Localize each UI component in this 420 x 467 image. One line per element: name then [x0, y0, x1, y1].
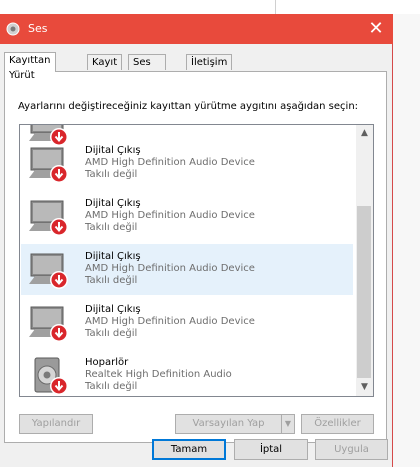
device-description: AMD High Definition Audio Device [85, 263, 255, 274]
device-status: Takılı değil [85, 275, 138, 286]
tab-playback[interactable]: Kayıttan Yürüt [4, 52, 56, 81]
device-status: Takılı değil [85, 222, 138, 233]
device-status: Takılı değil [85, 169, 138, 180]
apply-button[interactable]: Uygula [315, 439, 388, 460]
monitor-icon [29, 147, 68, 183]
device-description: Realtek High Definition Audio [85, 369, 232, 380]
configure-button[interactable]: Yapılandır [19, 414, 93, 434]
background-window [0, 0, 420, 14]
device-status: Takılı değil [85, 328, 138, 339]
background-window-edge [0, 0, 276, 14]
scroll-up-icon[interactable]: ▲ [356, 125, 373, 142]
speaker-app-icon [6, 22, 20, 36]
title-bar[interactable]: Ses ✕ [0, 14, 393, 44]
instruction-text: Ayarlarını değiştireceğiniz kayıttan yür… [18, 101, 359, 112]
monitor-icon [29, 200, 68, 236]
device-item[interactable]: Dijital Çıkış AMD High Definition Audio … [21, 191, 353, 242]
background-right-area [393, 14, 420, 467]
scroll-down-icon[interactable]: ▼ [356, 379, 373, 396]
tab-communications[interactable]: İletişim [186, 54, 233, 70]
tab-sound-effects[interactable]: Ses Efekti [128, 54, 167, 83]
device-name: Hoparlör [85, 357, 129, 368]
set-default-button[interactable]: Varsayılan Yap [175, 414, 282, 434]
device-item[interactable]: Dijital Çıkış AMD High Definition Audio … [21, 138, 353, 189]
device-description: AMD High Definition Audio Device [85, 210, 255, 221]
monitor-icon [29, 306, 68, 342]
cancel-button[interactable]: İptal [234, 439, 308, 460]
close-button[interactable]: ✕ [359, 14, 393, 44]
device-status: Takılı değil [85, 381, 138, 392]
device-name: Dijital Çıkış [85, 145, 141, 156]
device-list[interactable]: Dijital Çıkış AMD High Definition Audio … [19, 124, 374, 397]
tab-recording[interactable]: Kayıt [87, 54, 123, 70]
sound-dialog: Ses ✕ Kayıttan Yürüt Kayıt Ses Efekti İl… [0, 14, 393, 467]
vertical-scrollbar[interactable]: ▲ ▼ [356, 125, 373, 396]
properties-button[interactable]: Özellikler [301, 414, 374, 434]
device-item-selected[interactable]: Dijital Çıkış AMD High Definition Audio … [21, 244, 353, 295]
scroll-thumb[interactable] [357, 206, 371, 378]
monitor-icon [29, 253, 68, 289]
ok-button[interactable]: Tamam [152, 439, 226, 460]
close-icon: ✕ [368, 18, 384, 39]
device-name: Dijital Çıkış [85, 198, 141, 209]
device-item[interactable]: Dijital Çıkış AMD High Definition Audio … [21, 297, 353, 348]
device-item[interactable]: Hoparlör Realtek High Definition Audio T… [21, 350, 353, 396]
device-description: AMD High Definition Audio Device [85, 157, 255, 168]
speaker-icon [34, 357, 68, 395]
device-name: Dijital Çıkış [85, 304, 141, 315]
tab-label: Kayıt [92, 57, 118, 68]
set-default-dropdown-icon[interactable]: ▼ [281, 414, 295, 434]
window-title: Ses [28, 22, 48, 35]
tab-panel: Ayarlarını değiştireceğiniz kayıttan yür… [4, 71, 387, 443]
device-name: Dijital Çıkış [85, 251, 141, 262]
tab-label: İletişim [191, 57, 228, 68]
device-description: AMD High Definition Audio Device [85, 316, 255, 327]
